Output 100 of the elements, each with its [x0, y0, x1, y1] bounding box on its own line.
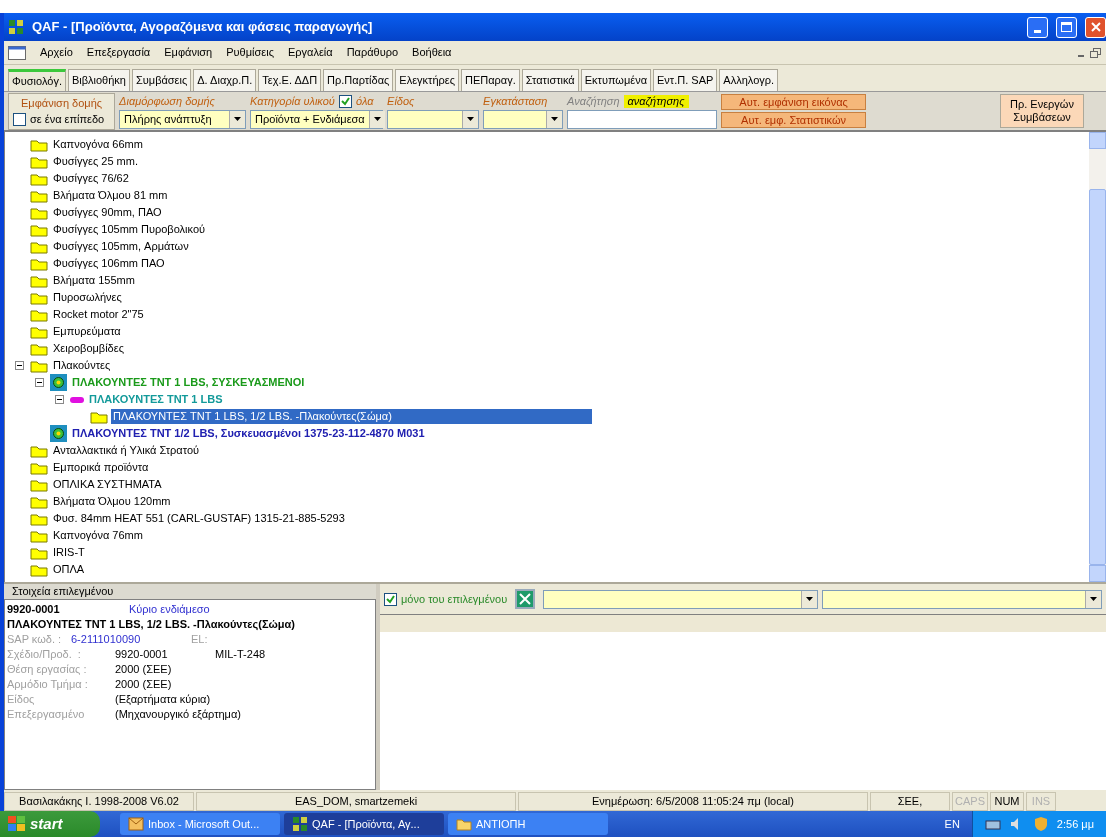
folder-icon [30, 137, 48, 152]
maximize-button[interactable] [1056, 16, 1077, 38]
tree-item[interactable]: ΠΛΑΚΟΥΝΤΕΣ TNT 1 LBS, 1/2 LBS. -Πλακούντες(Σώμα) [111, 409, 592, 424]
grid-icon [292, 816, 308, 832]
dash-icon [70, 396, 84, 403]
folder-icon [456, 817, 472, 831]
tab[interactable]: Εκτυπωμένα [580, 69, 652, 91]
tab[interactable]: Δ. Διαχρ.Π. [193, 69, 257, 91]
tab[interactable]: Πρ.Παρτίδας [323, 69, 394, 91]
one-level-checkbox[interactable] [13, 112, 26, 126]
menu-item[interactable]: Εμφάνιση [164, 44, 213, 61]
tree-item[interactable]: Φυσίγγες 105mm, Αρμάτων [51, 239, 191, 254]
category-dropdown[interactable]: Προϊόντα + Ενδιάμεσα [250, 109, 384, 129]
tree-item[interactable]: Φυσίγγες 76/62 [51, 171, 131, 186]
tab[interactable]: ΠΕΠαραγ. [461, 69, 520, 91]
auto-button[interactable]: Αυτ. εμφ. Στατιστικών [721, 112, 867, 128]
search-field[interactable] [567, 109, 718, 129]
tree-item[interactable]: ΠΛΑΚΟΥΝΤΕΣ TNT 1 LBS, ΣΥΣΚΕΥΑΣΜΕΝΟΙ [70, 375, 307, 390]
folder-icon [30, 341, 48, 356]
contracts-button[interactable]: Πρ. Ενεργών Συμβάσεων [1000, 94, 1084, 128]
checkbox-label: σε ένα επίπεδο [30, 112, 105, 127]
start-button[interactable]: start [0, 811, 100, 837]
tree-item[interactable]: Καπνογόνα 76mm [51, 528, 145, 543]
folder-icon [30, 562, 48, 577]
tree-item[interactable]: ΟΠΛΑ [51, 562, 87, 577]
field-value: (Μηχανουργικό εξάρτημα) [115, 707, 241, 722]
tab[interactable]: Ελεγκτήρες [395, 69, 459, 91]
close-button[interactable] [1085, 16, 1106, 38]
checkbox-label: μόνο του επιλεγμένου [401, 591, 508, 607]
all-checkbox[interactable] [338, 95, 352, 108]
field-label: Επεξεργασμένο [7, 707, 86, 722]
minimize-button[interactable] [1027, 16, 1048, 38]
menu-item[interactable]: Αρχείο [40, 44, 73, 61]
status-field: Ενημέρωση: 6/5/2008 11:05:24 πμ (local) [518, 792, 868, 811]
collapse-icon[interactable] [34, 378, 44, 387]
folder-icon [30, 171, 48, 186]
restore-icon[interactable] [1090, 47, 1102, 58]
tree-item[interactable]: Χειροβομβίδες [51, 341, 126, 356]
tree-item[interactable]: Πυροσωλήνες [51, 290, 124, 305]
taskbar-button[interactable]: QAF - [Προϊόντα, Αγ... [284, 813, 444, 835]
field-label: SAP κωδ. : [7, 632, 63, 647]
tree-item[interactable]: ΟΠΛΙΚΑ ΣΥΣΤΗΜΑΤΑ [51, 477, 164, 492]
field-label: Θέση εργασίας : [7, 662, 88, 677]
tree-item[interactable]: Καπνογόνα 66mm [51, 137, 145, 152]
windows-logo-icon [8, 816, 26, 832]
search-button[interactable]: αναζήτησης [623, 95, 689, 108]
menu-item[interactable]: Ρυθμίσεις [226, 44, 274, 61]
menu-item[interactable]: Παράθυρο [346, 44, 399, 61]
folder-icon [30, 460, 48, 475]
spreadsheet-icon[interactable] [515, 589, 536, 609]
folder-icon [30, 290, 48, 305]
collapse-icon[interactable] [54, 395, 64, 404]
folder-icon [30, 358, 48, 373]
tree-item[interactable]: Εμπυρεύματα [51, 324, 123, 339]
tree-item[interactable]: IRIS-T [51, 545, 87, 560]
tab[interactable]: Φυσιολόγ. [8, 69, 66, 91]
layout-dropdown[interactable]: Πλήρης ανάπτυξη [119, 109, 247, 129]
tab[interactable]: Τεχ.Ε. ΔΔΠ [258, 69, 322, 91]
taskbar-button[interactable]: ΑΝΤΙΟΠΗ [448, 813, 608, 835]
tree-item[interactable]: Φυσ. 84mm HEAT 551 (CARL-GUSTAF) 1315-21-885-5293 [51, 511, 347, 526]
field-value: 9920-0001 [115, 647, 169, 662]
tree-item[interactable]: Φυσίγγες 105mm Πυροβολικού [51, 222, 208, 237]
folder-icon [30, 205, 48, 220]
status-field: NUM [990, 792, 1024, 811]
field-value: (Εξαρτήματα κύρια) [115, 692, 212, 707]
tab[interactable]: Εντ.Π. SAP [653, 69, 718, 91]
status-field: Βασιλακάκης Ι. 1998-2008 V6.02 [4, 792, 194, 811]
tree-item[interactable]: Εμπορικά προϊόντα [51, 460, 151, 475]
tab[interactable]: Συμβάσεις [132, 69, 192, 91]
item-role: Κύριο ενδιάμεσο [129, 602, 210, 617]
folder-icon [30, 307, 48, 322]
tree-item[interactable]: Βλήματα Όλμου 120mm [51, 494, 173, 509]
taskbar-button[interactable]: Inbox - Microsoft Out... [120, 813, 280, 835]
tree-item[interactable]: Βλήματα 155mm [51, 273, 137, 288]
language-indicator[interactable]: EN [944, 815, 960, 833]
document-icon[interactable] [8, 45, 26, 60]
tab[interactable]: Αλληλογρ. [719, 69, 779, 91]
tree-item[interactable]: Πλακούντες [51, 358, 113, 373]
folder-icon [30, 273, 48, 288]
tree-item[interactable]: ΠΛΑΚΟΥΝΤΕΣ TNT 1/2 LBS, Συσκευασμένοι 1375-23-112-4870 M031 [70, 426, 427, 441]
tree-item[interactable]: Rocket motor 2"75 [51, 307, 146, 322]
tree-item[interactable]: Βλήματα Όλμου 81 mm [51, 188, 170, 203]
tree-item[interactable]: Φυσίγγες 106mm ΠΑΟ [51, 256, 167, 271]
collapse-icon[interactable] [14, 361, 24, 370]
status-field: ΣΕΕ, [870, 792, 950, 811]
scrollbar[interactable] [1089, 132, 1106, 582]
network-icon[interactable] [984, 817, 1001, 831]
menu-item[interactable]: Βοήθεια [412, 44, 452, 61]
tree-item[interactable]: Φυσίγγες 25 mm. [51, 154, 140, 169]
only-selected-checkbox[interactable] [384, 592, 397, 606]
auto-button[interactable]: Αυτ. εμφάνιση εικόνας [721, 94, 867, 110]
tree-item[interactable]: Φυσίγγες 90mm, ΠΑΟ [51, 205, 164, 220]
folder-icon [30, 511, 48, 526]
tab[interactable]: Βιβλιοθήκη [67, 69, 130, 91]
menu-item[interactable]: Επεξεργασία [86, 44, 151, 61]
tree-item[interactable]: Ανταλλακτικά ή Υλικά Στρατού [51, 443, 202, 458]
tab[interactable]: Στατιστικά [521, 69, 579, 91]
envelope-icon [128, 816, 144, 832]
menu-item[interactable]: Εργαλεία [287, 44, 333, 61]
close-icon [1090, 22, 1101, 32]
